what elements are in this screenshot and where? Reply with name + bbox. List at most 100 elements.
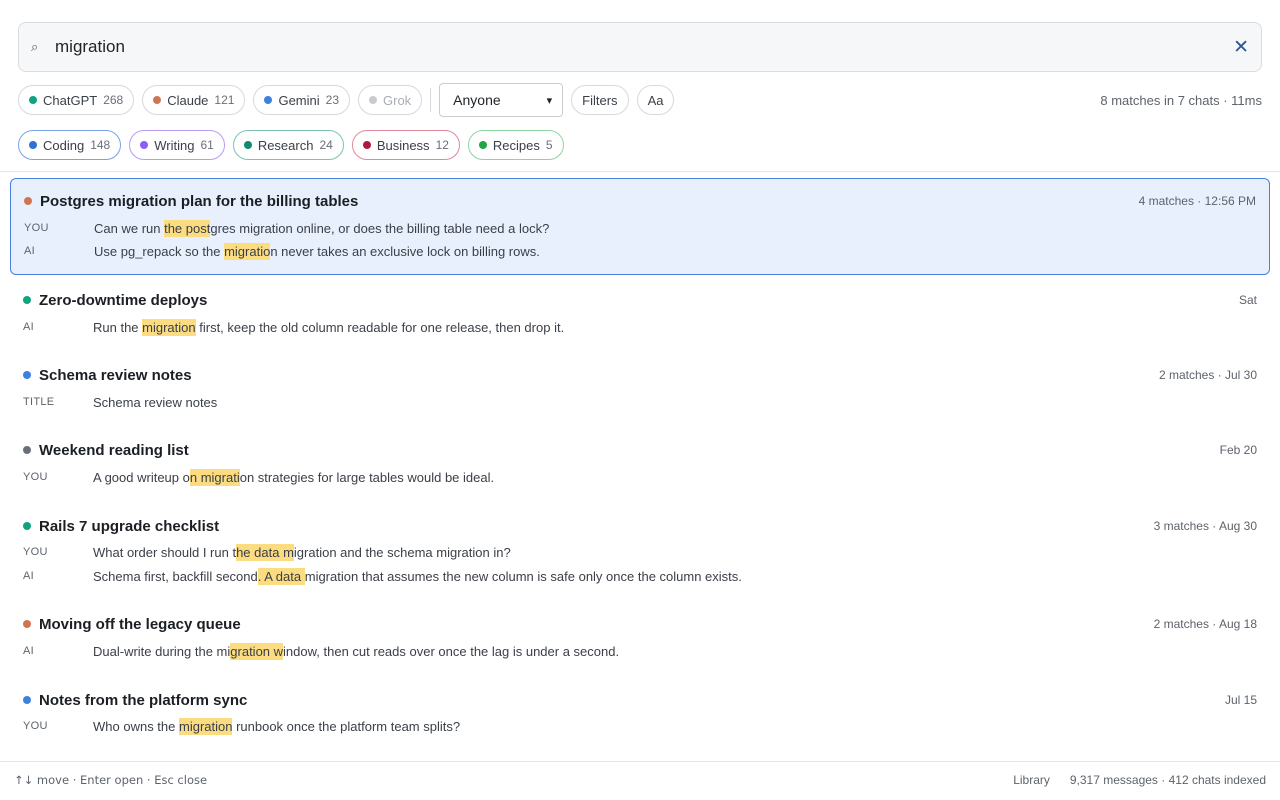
provider-chip-gemini[interactable]: Gemini 23 (253, 85, 350, 115)
result-meta: Jul 15 (1224, 693, 1257, 707)
filter-divider (430, 88, 432, 112)
topic-label: Business (376, 137, 430, 153)
gemini-dot-icon (264, 96, 273, 104)
recipes-dot-icon (478, 141, 487, 149)
search-input[interactable]: migration (55, 37, 1233, 57)
match-highlight: the post (164, 219, 211, 237)
provider-dot-icon (23, 371, 31, 379)
result-title: Moving off the legacy queue (39, 615, 241, 633)
provider-dot-icon (23, 522, 31, 530)
topic-count: 61 (200, 138, 214, 152)
result-meta: 3 matches · Aug 30 (1153, 519, 1257, 533)
topic-label: Coding (43, 137, 85, 153)
match-highlight: gration w (230, 642, 284, 660)
result-role: YOU (23, 546, 48, 558)
provider-dot-icon (24, 197, 32, 205)
footer-divider (0, 761, 1280, 762)
provider-dot-icon (23, 446, 31, 454)
match-highlight: . A data (257, 567, 305, 585)
result-role: AI (24, 245, 35, 257)
provider-dot-icon (23, 620, 31, 628)
coding-dot-icon (29, 141, 37, 149)
result-item[interactable]: Postgres migration plan for the billing … (10, 178, 1270, 275)
provider-label: Gemini (278, 92, 320, 108)
topic-chip-business[interactable]: Business 12 (351, 130, 460, 160)
result-snippet: Dual-write during the migration window, … (93, 642, 620, 660)
result-role: AI (23, 321, 34, 333)
topic-label: Writing (154, 137, 195, 153)
result-snippet: Use pg_repack so the migration never tak… (94, 242, 540, 260)
library-link[interactable]: Library (1013, 773, 1050, 787)
result-item[interactable]: Rails 7 upgrade checklist 3 matches · Au… (10, 516, 1270, 586)
result-item[interactable]: Zero-downtime deploys Sat AI Run the mig… (10, 290, 1270, 337)
topic-chip-coding[interactable]: Coding 148 (18, 130, 122, 160)
result-role: YOU (23, 471, 48, 483)
index-stats: 9,317 messages · 412 chats indexed (1069, 773, 1266, 787)
research-dot-icon (243, 141, 252, 149)
topic-count: 5 (545, 138, 553, 152)
filters-button[interactable]: Filters (571, 85, 629, 115)
chatgpt-dot-icon (29, 96, 37, 104)
provider-dot-icon (23, 296, 31, 304)
header-divider (0, 171, 1280, 172)
result-item[interactable]: Weekend reading list Feb 20 YOU A good w… (10, 440, 1270, 487)
result-item[interactable]: Notes from the platform sync Jul 15 YOU … (10, 690, 1270, 736)
result-meta: 2 matches · Jul 30 (1158, 368, 1257, 382)
result-title: Weekend reading list (39, 441, 189, 459)
result-snippet: Schema first, backfill second. A data mi… (93, 567, 742, 585)
result-title: Zero-downtime deploys (39, 291, 208, 309)
result-meta: 2 matches · Aug 18 (1153, 617, 1257, 631)
filter-bar: ChatGPT 268 Claude 121 Gemini 23 Grok An… (18, 83, 1262, 117)
search-box[interactable]: ⌕ migration ✕ (18, 22, 1262, 72)
result-role: AI (23, 570, 34, 582)
result-snippet: A good writeup on migration strategies f… (93, 468, 495, 486)
author-select[interactable]: Anyone ▾ (439, 83, 564, 117)
result-meta: Sat (1238, 293, 1257, 307)
topic-bar: Coding 148 Writing 61 Research 24 Busine… (18, 130, 572, 160)
result-role: AI (23, 645, 34, 657)
match-highlight: n migrati (189, 468, 240, 486)
result-meta: 4 matches · 12:56 PM (1138, 194, 1256, 208)
writing-dot-icon (140, 141, 149, 149)
provider-count: 121 (214, 93, 235, 107)
result-title: Rails 7 upgrade checklist (39, 517, 220, 535)
result-role: YOU (24, 222, 49, 234)
topic-label: Recipes (492, 137, 540, 153)
topic-count: 12 (435, 138, 449, 152)
provider-chip-claude[interactable]: Claude 121 (142, 85, 246, 115)
search-icon: ⌕ (31, 39, 39, 54)
match-highlight: migration (179, 717, 233, 735)
topic-label: Research (257, 137, 314, 153)
close-icon[interactable]: ✕ (1233, 36, 1249, 59)
keyboard-hint: ↑↓ move · Enter open · Esc close (14, 773, 208, 787)
match-highlight: he data m (236, 543, 294, 561)
result-item[interactable]: Moving off the legacy queue 2 matches · … (10, 614, 1270, 661)
topic-chip-writing[interactable]: Writing 61 (129, 130, 225, 160)
result-role: YOU (23, 720, 48, 732)
business-dot-icon (362, 141, 371, 149)
result-title: Schema review notes (39, 366, 192, 384)
provider-dot-icon (23, 696, 31, 704)
result-snippet: Schema review notes (93, 394, 218, 410)
provider-label: Claude (167, 92, 209, 108)
result-snippet: Who owns the migration runbook once the … (93, 717, 461, 735)
result-title: Notes from the platform sync (39, 691, 248, 709)
result-snippet: What order should I run the data migrati… (93, 543, 511, 561)
topic-count: 148 (90, 138, 111, 152)
provider-chip-chatgpt[interactable]: ChatGPT 268 (18, 85, 135, 115)
chevron-down-icon: ▾ (546, 94, 553, 107)
result-role: TITLE (23, 396, 55, 408)
result-title: Postgres migration plan for the billing … (40, 192, 359, 210)
provider-count: 23 (325, 93, 339, 107)
result-snippet: Run the migration first, keep the old co… (93, 318, 565, 336)
provider-chip-grok[interactable]: Grok (358, 85, 423, 115)
match-case-button[interactable]: Aa (636, 85, 675, 115)
result-meta: Feb 20 (1219, 443, 1257, 457)
search-stats: 8 matches in 7 chats · 11ms (1100, 92, 1262, 108)
grok-dot-icon (369, 96, 377, 104)
provider-label: Grok (383, 92, 412, 108)
result-item[interactable]: Schema review notes 2 matches · Jul 30 T… (10, 365, 1270, 412)
topic-chip-recipes[interactable]: Recipes 5 (467, 130, 564, 160)
topic-chip-research[interactable]: Research 24 (232, 130, 344, 160)
result-snippet: Can we run the postgres migration online… (94, 219, 550, 237)
